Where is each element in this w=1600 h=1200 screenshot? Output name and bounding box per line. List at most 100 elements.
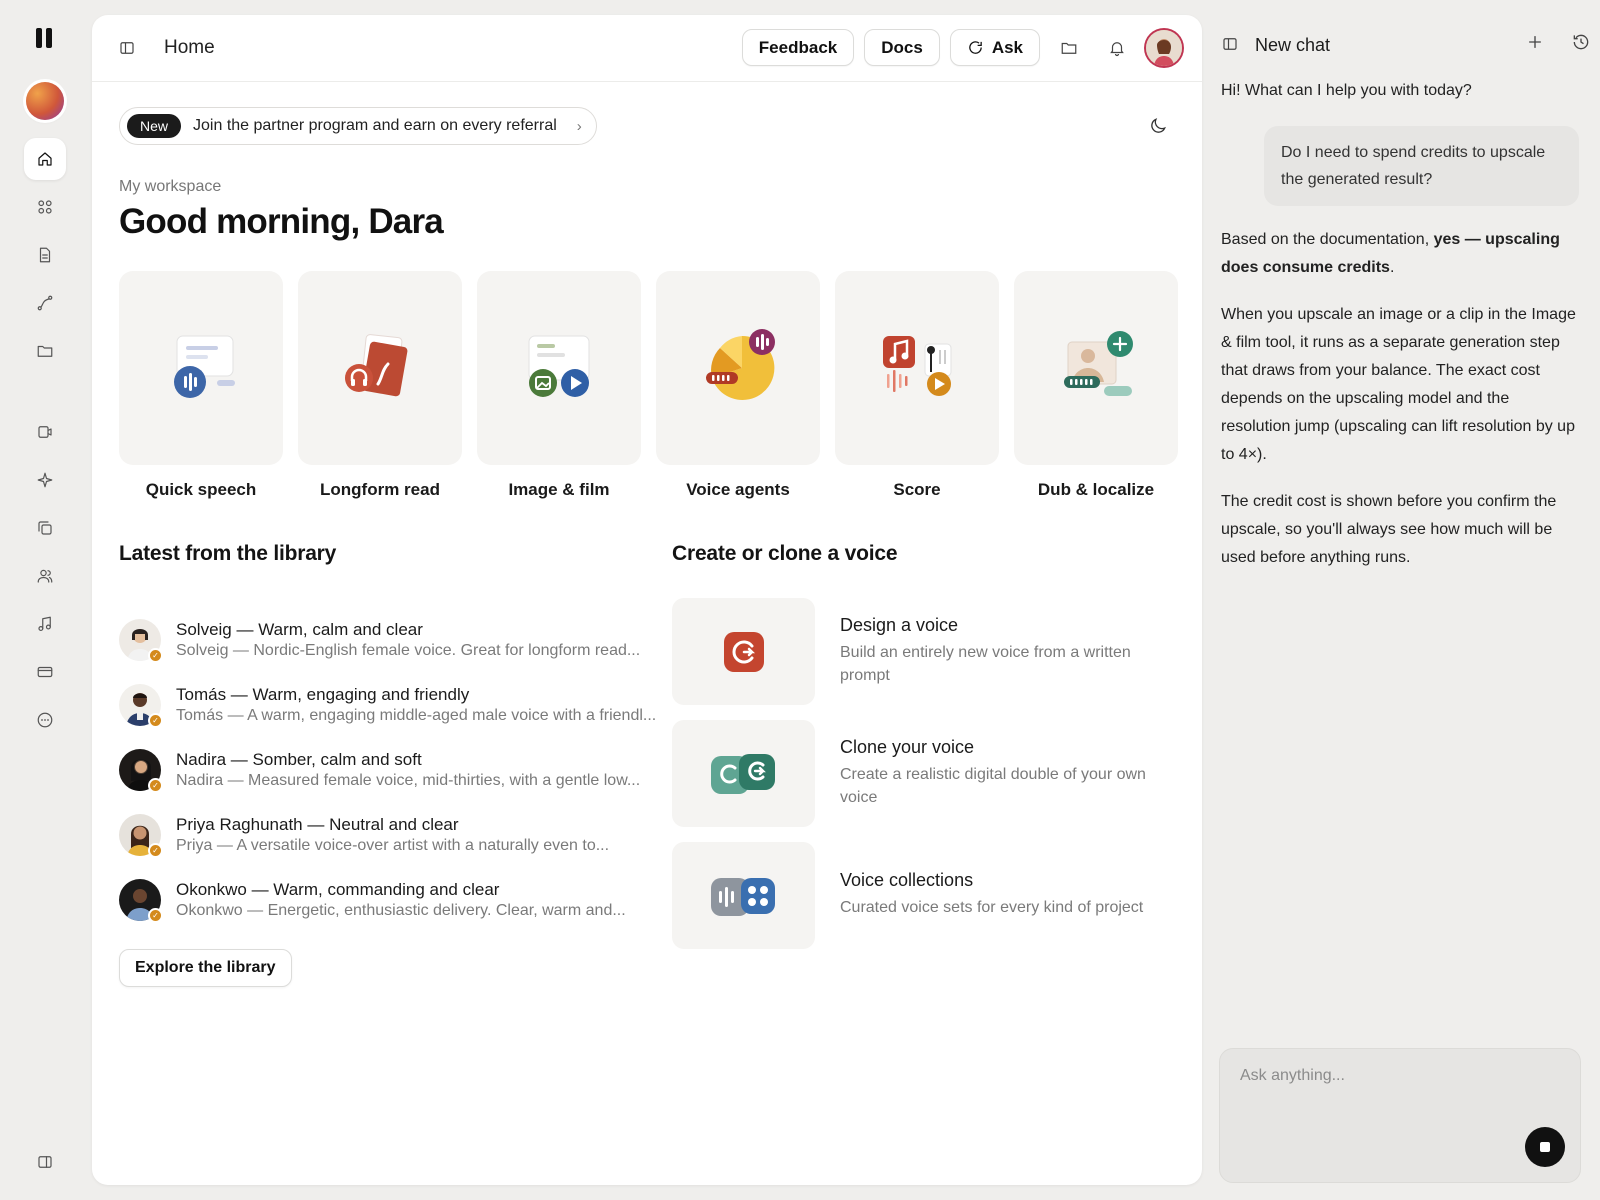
sidebar-left-icon xyxy=(120,42,134,54)
folder-icon xyxy=(37,345,53,357)
tile-illustration xyxy=(1014,271,1178,465)
stop-icon xyxy=(1540,1142,1550,1152)
docs-button[interactable]: Docs xyxy=(864,29,940,66)
voice-avatar: ✓ xyxy=(119,813,163,858)
tile-label: Image & film xyxy=(508,480,610,499)
voice-description: Priya — A versatile voice-over artist wi… xyxy=(176,836,610,854)
sidebar-left-icon xyxy=(1223,38,1237,50)
tile-image-film[interactable]: Image & film xyxy=(477,271,641,500)
greeting-heading: Good morning, Dara xyxy=(119,202,444,241)
list-item[interactable]: ✓ Priya Raghunath — Neutral and clear Pr… xyxy=(119,802,679,867)
sidebar-right-icon xyxy=(38,1156,52,1168)
library-section-title: Latest from the library xyxy=(119,542,337,565)
nav-folders[interactable] xyxy=(24,330,66,372)
home-icon xyxy=(38,152,52,166)
top-bar: Home Feedback Docs Ask xyxy=(92,15,1202,82)
toggle-sidebar-button[interactable] xyxy=(116,37,138,59)
list-item[interactable]: ✓ Okonkwo — Warm, commanding and clear O… xyxy=(119,867,679,932)
voice-description: Tomás — A warm, engaging middle-aged mal… xyxy=(176,706,657,724)
nav-copies[interactable] xyxy=(24,507,66,549)
collapse-sidebar-button[interactable] xyxy=(24,1141,66,1183)
nav-music[interactable] xyxy=(24,603,66,645)
voice-description: Okonkwo — Energetic, enthusiastic delive… xyxy=(176,901,626,919)
feedback-button[interactable]: Feedback xyxy=(741,29,855,66)
list-item[interactable]: ✓ Solveig — Warm, calm and clear Solveig… xyxy=(119,607,679,672)
tile-voice-agents[interactable]: Voice agents xyxy=(656,271,820,500)
files-button[interactable] xyxy=(1050,29,1088,66)
music-note-icon xyxy=(38,616,51,631)
nav-more[interactable] xyxy=(24,699,66,741)
clone-voice-card[interactable]: Clone your voice Create a realistic digi… xyxy=(672,720,1182,842)
voice-avatar: ✓ xyxy=(119,748,163,793)
nav-magic[interactable] xyxy=(24,459,66,501)
design-voice-card[interactable]: Design a voice Build an entirely new voi… xyxy=(672,598,1182,720)
voice-collections-icon xyxy=(710,877,775,916)
list-item[interactable]: ✓ Nadira — Somber, calm and soft Nadira … xyxy=(119,737,679,802)
tile-longform-read[interactable]: Longform read xyxy=(298,271,462,500)
verified-check-icon: ✓ xyxy=(148,712,163,728)
chevron-right-icon: › xyxy=(576,117,582,135)
explore-library-button[interactable]: Explore the library xyxy=(119,949,292,987)
video-icon xyxy=(38,426,52,438)
refresh-chat-icon xyxy=(969,41,982,54)
chat-composer xyxy=(1219,1048,1581,1183)
chat-panel-toggle-button[interactable] xyxy=(1221,35,1241,55)
nav-billing[interactable] xyxy=(24,651,66,693)
partner-banner[interactable]: New Join the partner program and earn on… xyxy=(119,107,597,145)
theme-toggle-button[interactable] xyxy=(1148,116,1168,136)
user-avatar[interactable] xyxy=(1146,29,1182,66)
nav-flows[interactable] xyxy=(24,282,66,324)
path-icon xyxy=(37,295,53,311)
tile-illustration xyxy=(835,271,999,465)
ask-button[interactable]: Ask xyxy=(949,29,1040,66)
speech-bubble-icon xyxy=(174,335,235,398)
card-description: Create a realistic digital double of you… xyxy=(840,766,1146,806)
tile-score[interactable]: Score xyxy=(835,271,999,500)
card-title: Design a voice xyxy=(840,615,959,635)
voice-name: Tomás — Warm, engaging and friendly xyxy=(176,684,470,704)
verified-check-icon: ✓ xyxy=(148,647,163,663)
app-logo[interactable] xyxy=(36,28,54,48)
moon-icon xyxy=(1151,118,1166,133)
assistant-paragraph: The credit cost is shown before you conf… xyxy=(1221,493,1557,566)
credit-card-icon xyxy=(37,666,53,678)
notifications-button[interactable] xyxy=(1098,29,1136,66)
tile-illustration xyxy=(298,271,462,465)
design-voice-icon xyxy=(723,631,764,672)
plus-icon[interactable] xyxy=(1525,32,1545,52)
tile-quick-speech[interactable]: Quick speech xyxy=(119,271,283,500)
list-item[interactable]: ✓ Tomás — Warm, engaging and friendly To… xyxy=(119,672,679,737)
voice-description: Solveig — Nordic-English female voice. G… xyxy=(176,641,641,659)
verified-check-icon: ✓ xyxy=(148,777,163,793)
workspace-orb-avatar[interactable] xyxy=(26,82,64,120)
tool-tiles: Quick speech Longform read Image & film … xyxy=(119,271,1178,500)
chat-title: New chat xyxy=(1255,34,1331,55)
nav-home[interactable] xyxy=(24,138,66,180)
chat-input[interactable] xyxy=(1240,1067,1540,1085)
sparkle-icon xyxy=(37,472,53,488)
tile-illustration xyxy=(656,271,820,465)
tile-label: Dub & localize xyxy=(1037,480,1155,499)
history-icon[interactable] xyxy=(1571,32,1591,52)
voice-name: Priya Raghunath — Neutral and clear xyxy=(176,814,459,834)
workspace-label: My workspace xyxy=(119,178,222,195)
nav-users[interactable] xyxy=(24,555,66,597)
card-title: Clone your voice xyxy=(840,737,975,757)
nav-video[interactable] xyxy=(24,411,66,453)
stop-generation-button[interactable] xyxy=(1525,1127,1565,1167)
main-panel: Home Feedback Docs Ask New Join the part… xyxy=(92,15,1202,1185)
voice-agents-icon xyxy=(706,329,775,400)
nav-documents[interactable] xyxy=(24,234,66,276)
tile-dub-localize[interactable]: Dub & localize xyxy=(1014,271,1178,500)
document-icon xyxy=(39,247,51,263)
left-rail xyxy=(0,0,90,1200)
create-voice-section-title: Create or clone a voice xyxy=(672,542,898,565)
voice-collections-card[interactable]: Voice collections Curated voice sets for… xyxy=(672,842,1182,964)
ask-button-label: Ask xyxy=(991,37,1023,57)
voice-avatar: ✓ xyxy=(119,878,163,923)
assistant-paragraph: When you upscale an image or a clip in t… xyxy=(1221,306,1576,463)
tile-label: Score xyxy=(893,480,941,499)
tile-label: Longform read xyxy=(320,480,440,499)
book-headphones-icon xyxy=(345,334,408,397)
nav-apps[interactable] xyxy=(24,186,66,228)
